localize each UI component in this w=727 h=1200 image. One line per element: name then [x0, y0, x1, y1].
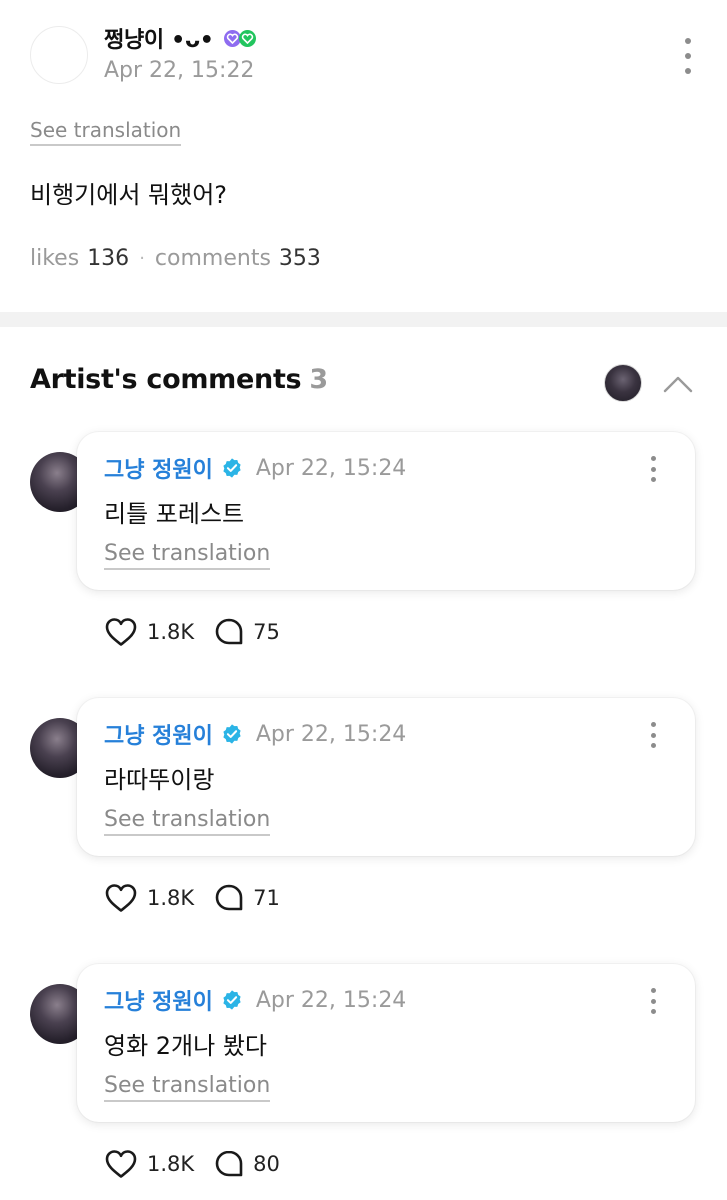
post-body: 비행기에서 뭐했어?: [30, 181, 228, 209]
artist-comments-title-text: Artist's comments: [30, 364, 302, 395]
comment-author[interactable]: 그냥 정원이: [104, 452, 213, 484]
comment-more-icon[interactable]: [649, 988, 657, 1014]
comment-actions: 1.8K 75: [104, 616, 280, 648]
comment-body: 영화 2개나 봤다: [104, 1032, 268, 1060]
comments-label: comments: [154, 246, 271, 271]
comment-bubble-icon[interactable]: [214, 617, 244, 647]
artist-comments-title: Artist's comments 3: [30, 364, 328, 395]
comment-header: 그냥 정원이 Apr 22, 15:24: [104, 984, 407, 1016]
post-date: Apr 22, 15:22: [104, 58, 255, 83]
comment-header: 그냥 정원이 Apr 22, 15:24: [104, 452, 407, 484]
post-author-avatar[interactable]: [30, 26, 88, 84]
heart-icon[interactable]: [104, 882, 138, 914]
comment-bubble[interactable]: 그냥 정원이 Apr 22, 15:24 리틀 포레스트 See transla…: [77, 432, 695, 590]
stats-separator: ·: [139, 248, 145, 269]
artist-avatar-small[interactable]: [604, 364, 642, 402]
comment-bubble[interactable]: 그냥 정원이 Apr 22, 15:24 라따뚜이랑 See translati…: [77, 698, 695, 856]
comment-reply-count: 80: [253, 1152, 280, 1176]
artist-comment: 그냥 정원이 Apr 22, 15:24 라따뚜이랑 See translati…: [0, 698, 727, 964]
heart-icon[interactable]: [104, 1148, 138, 1180]
comment-bubble-icon[interactable]: [214, 1149, 244, 1179]
comment-see-translation-link[interactable]: See translation: [104, 541, 271, 570]
collapse-button[interactable]: [660, 366, 696, 400]
membership-badge-icon: [223, 29, 241, 47]
post-stats: likes 136 · comments 353: [30, 246, 321, 271]
verified-badge-icon: [223, 724, 241, 744]
heart-icon[interactable]: [104, 616, 138, 648]
section-divider: [0, 312, 727, 327]
verified-badge-icon: [223, 458, 241, 478]
comment-reply-count: 75: [253, 620, 280, 644]
artist-comments-count: 3: [309, 364, 328, 395]
comment-date: Apr 22, 15:24: [255, 455, 407, 481]
comment-see-translation-link[interactable]: See translation: [104, 807, 271, 836]
comment-body: 리틀 포레스트: [104, 500, 245, 528]
fan-badge-icon: [238, 29, 256, 47]
comment-bubble[interactable]: 그냥 정원이 Apr 22, 15:24 영화 2개나 봤다 See trans…: [77, 964, 695, 1122]
post-author-row: 쩡냥이 •ᴗ•: [104, 22, 256, 54]
comment-more-icon[interactable]: [649, 456, 657, 482]
comment-date: Apr 22, 15:24: [255, 721, 407, 747]
comment-like-count: 1.8K: [147, 886, 195, 910]
likes-label: likes: [30, 246, 80, 271]
comment-author[interactable]: 그냥 정원이: [104, 718, 213, 750]
comment-date: Apr 22, 15:24: [255, 987, 407, 1013]
comment-like-count: 1.8K: [147, 620, 195, 644]
comment-more-icon[interactable]: [649, 722, 657, 748]
comment-bubble-icon[interactable]: [214, 883, 244, 913]
comment-see-translation-link[interactable]: See translation: [104, 1073, 271, 1102]
post-more-icon[interactable]: [676, 36, 700, 76]
likes-count[interactable]: 136: [87, 246, 129, 271]
artist-comment: 그냥 정원이 Apr 22, 15:24 영화 2개나 봤다 See trans…: [0, 964, 727, 1200]
chevron-up-icon: [663, 376, 693, 393]
post: 쩡냥이 •ᴗ• Apr 22, 15:22 See translation 비행…: [0, 0, 727, 312]
post-author-name[interactable]: 쩡냥이 •ᴗ•: [104, 22, 214, 54]
comment-body: 라따뚜이랑: [104, 766, 215, 794]
comments-count[interactable]: 353: [279, 246, 321, 271]
comment-reply-count: 71: [253, 886, 280, 910]
comment-header: 그냥 정원이 Apr 22, 15:24: [104, 718, 407, 750]
comment-actions: 1.8K 71: [104, 882, 280, 914]
verified-badge-icon: [223, 990, 241, 1010]
comment-like-count: 1.8K: [147, 1152, 195, 1176]
post-see-translation-link[interactable]: See translation: [30, 118, 182, 146]
comment-author[interactable]: 그냥 정원이: [104, 984, 213, 1016]
comment-actions: 1.8K 80: [104, 1148, 280, 1180]
artist-comment: 그냥 정원이 Apr 22, 15:24 리틀 포레스트 See transla…: [0, 432, 727, 698]
